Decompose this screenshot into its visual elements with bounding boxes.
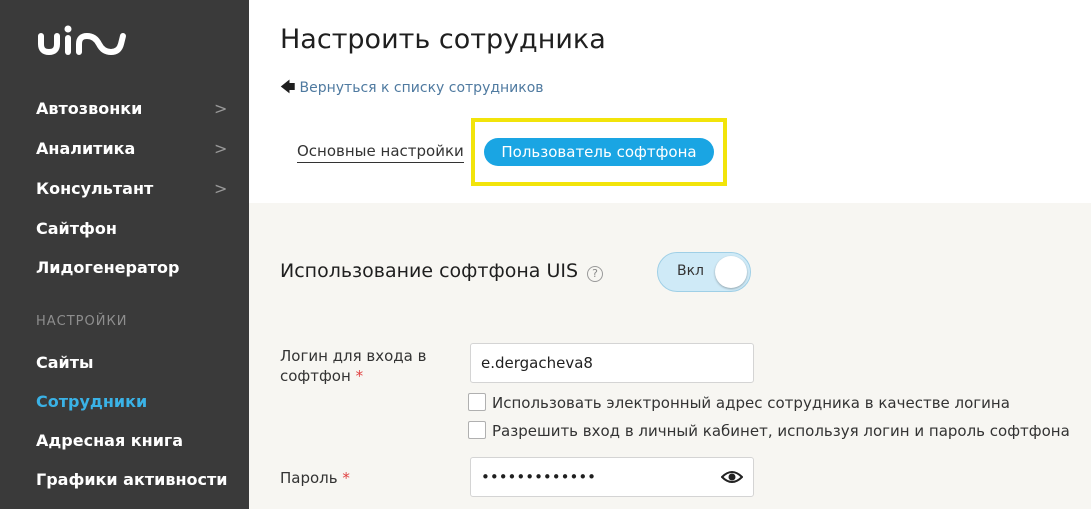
nav-section-settings: НАСТРОЙКИ: [36, 314, 128, 329]
sidebar: Автозвонки > Аналитика > Консультант > С…: [0, 0, 249, 509]
checkbox-allow-login-box[interactable]: [468, 420, 486, 439]
tab-basic-settings[interactable]: Основные настройки: [297, 142, 464, 163]
nav-item-address-book[interactable]: Адресная книга: [36, 431, 236, 450]
back-link-label: Вернуться к списку сотрудников: [299, 80, 544, 96]
nav-label: Аналитика: [36, 139, 136, 158]
uis-logo[interactable]: [36, 22, 132, 62]
checkbox-use-email-label: Использовать электронный адрес сотрудник…: [492, 394, 1010, 412]
chevron-right-icon: >: [214, 139, 228, 158]
password-value: •••••••••••••: [481, 468, 597, 486]
help-icon[interactable]: ?: [587, 266, 603, 282]
toggle-knob: [715, 256, 747, 288]
page-title: Настроить сотрудника: [280, 24, 606, 55]
checkbox-use-email[interactable]: Использовать электронный адрес сотрудник…: [468, 392, 1010, 413]
checkbox-allow-login-label: Разрешить вход в личный кабинет, использ…: [492, 422, 1070, 440]
nav-label: Автозвонки: [36, 99, 143, 118]
required-mark: *: [342, 469, 350, 487]
toggle-label: Вкл: [677, 263, 705, 279]
back-arrow-icon: 🡄: [280, 78, 296, 96]
nav-label: Сотрудники: [36, 392, 148, 411]
nav-item-autocalls[interactable]: Автозвонки >: [36, 99, 236, 118]
nav-label: Графики активности: [36, 470, 228, 489]
nav-item-sitephone[interactable]: Сайтфон: [36, 219, 236, 238]
password-field-label: Пароль *: [280, 468, 350, 488]
main-content: Настроить сотрудника 🡄 Вернуться к списку…: [249, 0, 1091, 509]
softphone-toggle[interactable]: Вкл: [657, 252, 751, 292]
back-link[interactable]: 🡄 Вернуться к списку сотрудников: [280, 77, 544, 102]
nav-label: Консультант: [36, 179, 154, 198]
nav-item-sites[interactable]: Сайты: [36, 353, 236, 372]
required-mark: *: [355, 367, 364, 385]
nav-item-analytics[interactable]: Аналитика >: [36, 139, 236, 158]
checkbox-allow-login[interactable]: Разрешить вход в личный кабинет, использ…: [468, 420, 1070, 441]
softphone-settings-panel: Использование софтфона UIS ? Вкл Логин д…: [249, 203, 1091, 509]
login-label-line1: Логин для входа в: [280, 347, 427, 365]
nav-label: Лидогенератор: [36, 258, 180, 277]
nav-item-activity-schedules[interactable]: Графики активности: [36, 470, 236, 489]
nav-label: Адресная книга: [36, 431, 184, 450]
nav-item-consultant[interactable]: Консультант >: [36, 179, 236, 198]
nav-label: Сайтфон: [36, 219, 117, 238]
eye-icon[interactable]: [721, 469, 743, 485]
nav-item-leadgenerator[interactable]: Лидогенератор: [36, 258, 236, 277]
password-input[interactable]: •••••••••••••: [470, 457, 754, 497]
login-label-line2: софтфон: [280, 367, 351, 385]
tab-softphone-user[interactable]: Пользователь софтфона: [484, 138, 714, 166]
login-input[interactable]: e.dergacheva8: [470, 343, 754, 383]
nav-label: Сайты: [36, 353, 94, 372]
section-title: Использование софтфона UIS: [280, 260, 579, 282]
login-field-label: Логин для входа в софтфон *: [280, 346, 426, 386]
password-label: Пароль: [280, 469, 338, 487]
checkbox-use-email-box[interactable]: [468, 392, 486, 411]
chevron-right-icon: >: [214, 99, 228, 118]
nav-item-employees[interactable]: Сотрудники: [36, 392, 236, 411]
chevron-right-icon: >: [214, 179, 228, 198]
